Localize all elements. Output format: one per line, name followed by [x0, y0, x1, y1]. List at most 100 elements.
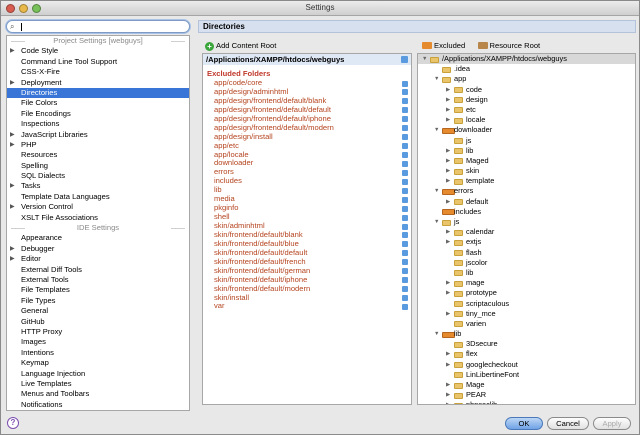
remove-excluded-icon[interactable] [402, 303, 408, 310]
collapse-arrow-icon[interactable]: ▼ [422, 54, 427, 64]
expand-arrow-icon[interactable]: ▶ [446, 380, 450, 390]
remove-excluded-icon[interactable] [402, 98, 408, 105]
settings-item-file-encodings[interactable]: File Encodings [7, 109, 189, 119]
directory-node[interactable]: ▼ lib [418, 329, 635, 339]
collapse-arrow-icon[interactable]: ▼ [434, 217, 439, 227]
directory-node[interactable]: ▼ app [418, 74, 635, 84]
expand-arrow-icon[interactable]: ▶ [446, 197, 450, 207]
settings-item-general[interactable]: General [7, 306, 189, 316]
help-button[interactable]: ? [7, 417, 19, 429]
collapse-arrow-icon[interactable]: ▼ [434, 74, 439, 84]
settings-item-tasks[interactable]: ▶ Tasks [7, 181, 189, 191]
remove-excluded-icon[interactable] [402, 205, 408, 212]
directory-node[interactable]: ▶ Mage [418, 380, 635, 390]
directory-node[interactable]: ▼ /Applications/XAMPP/htdocs/webguys [418, 54, 635, 65]
expand-arrow-icon[interactable]: ▶ [10, 78, 15, 88]
directory-node[interactable]: ▶ flex [418, 349, 635, 359]
remove-excluded-icon[interactable] [402, 152, 408, 158]
remove-excluded-icon[interactable] [402, 259, 408, 266]
collapse-arrow-icon[interactable]: ▼ [434, 186, 439, 196]
settings-item-http-proxy[interactable]: HTTP Proxy [7, 327, 189, 337]
settings-item-resources[interactable]: Resources [7, 150, 189, 160]
directory-node[interactable]: includes [418, 207, 635, 217]
expand-arrow-icon[interactable]: ▶ [446, 400, 450, 404]
collapse-arrow-icon[interactable]: ▼ [434, 329, 439, 339]
directory-node[interactable]: ▶ code [418, 85, 635, 95]
remove-excluded-icon[interactable] [402, 241, 408, 248]
expand-arrow-icon[interactable]: ▶ [446, 227, 450, 237]
remove-excluded-icon[interactable] [402, 178, 408, 185]
expand-arrow-icon[interactable]: ▶ [446, 85, 450, 95]
expand-arrow-icon[interactable]: ▶ [446, 278, 450, 288]
mark-excluded-button[interactable]: Excluded [422, 41, 465, 50]
expand-arrow-icon[interactable]: ▶ [446, 288, 450, 298]
cancel-button[interactable]: Cancel [547, 417, 589, 430]
remove-excluded-icon[interactable] [402, 125, 408, 132]
directory-node[interactable]: ▶ prototype [418, 288, 635, 298]
directory-node[interactable]: varien [418, 319, 635, 329]
expand-arrow-icon[interactable]: ▶ [446, 156, 450, 166]
expand-arrow-icon[interactable]: ▶ [10, 130, 15, 140]
excluded-folder-item[interactable]: skin/install [203, 293, 411, 303]
directory-node[interactable]: flash [418, 248, 635, 258]
remove-excluded-icon[interactable] [402, 116, 408, 123]
expand-arrow-icon[interactable]: ▶ [446, 309, 450, 319]
directory-node[interactable]: ▶ PEAR [418, 390, 635, 400]
settings-search-input[interactable]: ⌕ [6, 20, 190, 33]
expand-arrow-icon[interactable]: ▶ [10, 46, 15, 56]
directory-node[interactable]: ▶ tiny_mce [418, 309, 635, 319]
remove-excluded-icon[interactable] [402, 277, 408, 284]
directory-node[interactable]: ▶ Maged [418, 156, 635, 166]
expand-arrow-icon[interactable]: ▶ [446, 115, 450, 125]
remove-excluded-icon[interactable] [402, 196, 408, 203]
directory-node[interactable]: ▶ phpseclib [418, 400, 635, 404]
settings-item-live-templates[interactable]: Live Templates [7, 379, 189, 389]
expand-arrow-icon[interactable]: ▶ [446, 176, 450, 186]
excluded-folder-item[interactable]: pkginfo [203, 203, 411, 213]
collapse-arrow-icon[interactable]: ▼ [434, 125, 439, 135]
settings-item-sql-dialects[interactable]: SQL Dialects [7, 171, 189, 181]
settings-item-code-style[interactable]: ▶ Code Style [7, 46, 189, 56]
directory-node[interactable]: ▶ googlecheckout [418, 360, 635, 370]
remove-excluded-icon[interactable] [402, 295, 408, 301]
directory-node[interactable]: lib [418, 268, 635, 278]
remove-excluded-icon[interactable] [402, 268, 408, 275]
settings-item-directories[interactable]: Directories [7, 87, 189, 99]
remove-excluded-icon[interactable] [402, 134, 408, 141]
settings-item-notifications[interactable]: Notifications [7, 400, 189, 410]
remove-excluded-icon[interactable] [402, 89, 408, 96]
directory-node[interactable]: ▶ default [418, 197, 635, 207]
settings-item-appearance[interactable]: Appearance [7, 233, 189, 243]
excluded-folder-item[interactable]: var [203, 301, 411, 311]
directory-node[interactable]: ▶ template [418, 176, 635, 186]
remove-excluded-icon[interactable] [402, 169, 408, 176]
settings-item-inspections[interactable]: Inspections [7, 119, 189, 129]
settings-item-external-diff-tools[interactable]: External Diff Tools [7, 265, 189, 275]
settings-item-file-colors[interactable]: File Colors [7, 98, 189, 108]
settings-item-intentions[interactable]: Intentions [7, 348, 189, 358]
settings-item-debugger[interactable]: ▶ Debugger [7, 244, 189, 254]
settings-item-xslt-file-associations[interactable]: XSLT File Associations [7, 213, 189, 223]
directory-node[interactable]: ▶ etc [418, 105, 635, 115]
directory-node[interactable]: ▶ mage [418, 278, 635, 288]
expand-arrow-icon[interactable]: ▶ [10, 254, 15, 264]
settings-item-template-data-languages[interactable]: Template Data Languages [7, 192, 189, 202]
remove-excluded-icon[interactable] [402, 80, 408, 87]
remove-content-root-icon[interactable] [401, 56, 408, 63]
directory-node[interactable]: 3Dsecure [418, 339, 635, 349]
settings-item-images[interactable]: Images [7, 337, 189, 347]
directory-node[interactable]: jscolor [418, 258, 635, 268]
remove-excluded-icon[interactable] [402, 232, 408, 239]
directory-node[interactable]: ▶ design [418, 95, 635, 105]
remove-excluded-icon[interactable] [402, 286, 408, 293]
expand-arrow-icon[interactable]: ▶ [10, 244, 15, 254]
settings-item-github[interactable]: GitHub [7, 317, 189, 327]
settings-item-javascript-libraries[interactable]: ▶ JavaScript Libraries [7, 130, 189, 140]
remove-excluded-icon[interactable] [402, 160, 408, 167]
add-content-root-button[interactable]: + Add Content Root [205, 40, 276, 52]
directory-node[interactable]: ▶ calendar [418, 227, 635, 237]
settings-item-php[interactable]: ▶ PHP [7, 140, 189, 150]
directory-node[interactable]: ▼ downloader [418, 125, 635, 135]
settings-item-menus-and-toolbars[interactable]: Menus and Toolbars [7, 389, 189, 399]
excluded-folder-item[interactable]: includes [203, 176, 411, 186]
